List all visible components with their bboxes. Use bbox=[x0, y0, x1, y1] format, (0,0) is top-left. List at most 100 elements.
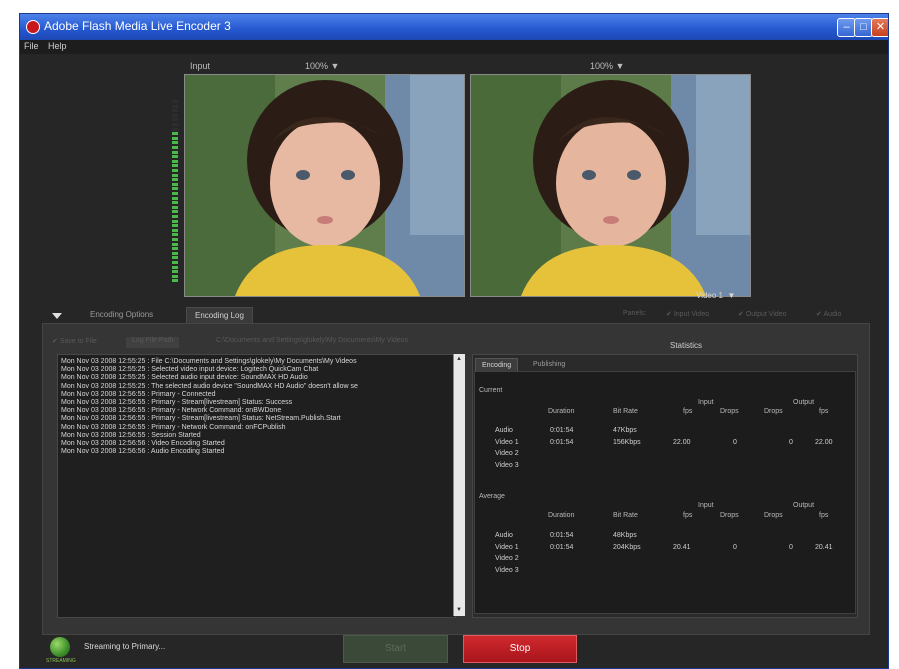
stats-cell-out-drops: 0 bbox=[789, 543, 793, 551]
output-video-panel-toggle[interactable]: ✔ Output Video bbox=[738, 310, 787, 318]
menu-help[interactable]: Help bbox=[48, 41, 67, 51]
input-zoom-dropdown[interactable]: 100% ▼ bbox=[305, 61, 339, 71]
vu-meter-segment bbox=[172, 242, 178, 246]
output-video-panel-label: Output Video bbox=[745, 311, 787, 318]
average-out-drops-header: Drops bbox=[764, 512, 783, 519]
output-zoom-value: 100% bbox=[590, 61, 614, 71]
vu-meter-segment bbox=[172, 136, 178, 140]
vu-meter-segment bbox=[172, 256, 178, 260]
stats-cell-name: Video 3 bbox=[495, 461, 519, 469]
vu-meter-segment bbox=[172, 274, 178, 278]
input-zoom-value: 100% bbox=[305, 61, 329, 71]
stats-cell-duration: 0:01:54 bbox=[550, 532, 574, 539]
menu-file[interactable]: File bbox=[24, 41, 39, 51]
app-window: Adobe Flash Media Live Encoder 3 – □ ✕ F… bbox=[19, 13, 889, 669]
chevron-down-icon: ▼ bbox=[727, 291, 736, 300]
audio-panel-label: Audio bbox=[823, 311, 842, 318]
log-line: Mon Nov 03 2008 12:55:25 : Selected audi… bbox=[61, 374, 308, 382]
log-line: Mon Nov 03 2008 12:56:56 : Video Encodin… bbox=[61, 440, 225, 448]
average-bitrate-header: Bit Rate bbox=[613, 512, 638, 519]
stats-cell-duration: 0:01:54 bbox=[550, 543, 574, 551]
tab-encoding-log[interactable]: Encoding Log bbox=[186, 307, 253, 323]
tab-encoding-options[interactable]: Encoding Options bbox=[82, 307, 161, 322]
video-stream-dropdown[interactable]: Video 1 ▼ bbox=[696, 291, 735, 300]
vu-meter-segment bbox=[172, 247, 178, 251]
scroll-down-icon[interactable]: ▼ bbox=[456, 607, 462, 613]
stats-cell-bitrate: 156Kbps bbox=[613, 438, 641, 446]
output-zoom-dropdown[interactable]: 100% ▼ bbox=[590, 61, 624, 71]
log-line: Mon Nov 03 2008 12:56:55 : Primary - Net… bbox=[61, 423, 286, 431]
vu-meter-segment bbox=[172, 127, 178, 131]
input-video-panel-toggle[interactable]: ✔ Input Video bbox=[666, 310, 709, 318]
stats-cell-name: Video 2 bbox=[495, 555, 519, 562]
vu-meter-segment bbox=[172, 215, 178, 218]
log-scrollbar[interactable]: ▲ ▼ bbox=[453, 354, 465, 616]
vu-meter-segment bbox=[172, 219, 178, 223]
current-bitrate-header: Bit Rate bbox=[613, 408, 638, 415]
statistics-table bbox=[474, 371, 856, 614]
current-in-drops-header: Drops bbox=[720, 408, 739, 415]
vu-meter-segment bbox=[172, 113, 178, 117]
vu-meter-segment bbox=[172, 155, 178, 159]
encoding-log-list[interactable]: Mon Nov 03 2008 12:55:25 : File C:\Docum… bbox=[57, 354, 456, 618]
collapse-panel-toggle-icon[interactable] bbox=[52, 313, 62, 319]
output-video-preview bbox=[470, 74, 751, 297]
stats-cell-name: Video 3 bbox=[495, 566, 519, 574]
vu-meter-segment bbox=[172, 228, 178, 232]
log-line: Mon Nov 03 2008 12:56:55 : Primary - Net… bbox=[61, 407, 282, 415]
stats-cell-name: Audio bbox=[495, 427, 513, 434]
stats-cell-out-fps: 20.41 bbox=[815, 543, 833, 551]
window-title: Adobe Flash Media Live Encoder 3 bbox=[44, 19, 231, 33]
streaming-globe-icon bbox=[50, 637, 70, 657]
vu-meter-segment bbox=[172, 104, 178, 108]
current-section-label: Current bbox=[479, 387, 503, 394]
panels-label: Panels: bbox=[623, 310, 647, 317]
current-out-drops-header: Drops bbox=[764, 408, 783, 415]
menu-bar: File Help bbox=[20, 40, 888, 54]
vu-meter-segment bbox=[172, 196, 178, 200]
input-preview-label: Input bbox=[190, 61, 211, 71]
stats-cell-duration: 0:01:54 bbox=[550, 438, 574, 446]
stats-cell-name: Audio bbox=[495, 532, 513, 539]
stats-cell-name: Video 2 bbox=[495, 450, 519, 457]
tab-stats-encoding[interactable]: Encoding bbox=[475, 358, 519, 372]
log-file-path: C:\Documents and Settings\glokely\My Doc… bbox=[216, 337, 409, 344]
vu-meter-segment bbox=[172, 265, 178, 269]
stats-cell-name: Video 1 bbox=[495, 543, 519, 551]
log-line: Mon Nov 03 2008 12:55:25 : Selected vide… bbox=[61, 366, 319, 374]
vu-meter-segment bbox=[172, 238, 178, 241]
audio-panel-toggle[interactable]: ✔ Audio bbox=[816, 310, 841, 318]
browse-log-file-button[interactable]: Log File Path bbox=[126, 337, 180, 348]
vu-meter-segment bbox=[172, 233, 178, 237]
scroll-up-icon[interactable]: ▲ bbox=[456, 356, 462, 362]
current-input-header: Input bbox=[698, 399, 714, 406]
stop-button[interactable]: Stop bbox=[463, 635, 577, 663]
vu-meter-segment bbox=[172, 132, 178, 136]
save-to-file-checkbox[interactable]: ✔ Save to File bbox=[52, 337, 97, 348]
input-video-preview bbox=[184, 74, 465, 297]
vu-meter-segment bbox=[172, 164, 178, 168]
title-bar[interactable]: Adobe Flash Media Live Encoder 3 – □ ✕ bbox=[20, 14, 888, 40]
vu-meter-segment bbox=[172, 182, 178, 186]
tab-stats-publishing[interactable]: Publishing bbox=[527, 358, 571, 371]
vu-meter-segment bbox=[172, 178, 178, 182]
vu-meter-segment bbox=[172, 150, 178, 154]
vu-meter-segment bbox=[172, 270, 178, 274]
vu-meter-segment bbox=[172, 251, 178, 255]
start-button[interactable]: Start bbox=[343, 635, 448, 663]
vu-meter-segment bbox=[172, 159, 178, 163]
save-to-file-label: Save to File bbox=[59, 338, 97, 345]
log-line: Mon Nov 03 2008 12:56:56 : Audio Encodin… bbox=[61, 448, 225, 456]
log-line: Mon Nov 03 2008 12:55:25 : File C:\Docum… bbox=[61, 358, 357, 365]
stats-cell-in-fps: 20.41 bbox=[673, 543, 691, 551]
stats-cell-out-drops: 0 bbox=[789, 438, 793, 446]
statistics-title: Statistics bbox=[670, 341, 703, 350]
close-button[interactable]: ✕ bbox=[871, 18, 888, 37]
vu-meter-segment bbox=[172, 201, 178, 205]
vu-meter-segment bbox=[172, 261, 178, 264]
log-line: Mon Nov 03 2008 12:56:55 : Session Start… bbox=[61, 431, 201, 439]
current-in-fps-header: fps bbox=[683, 408, 693, 415]
current-output-header: Output bbox=[793, 399, 815, 406]
average-section-label: Average bbox=[479, 493, 505, 500]
vu-meter-segment bbox=[172, 123, 178, 126]
